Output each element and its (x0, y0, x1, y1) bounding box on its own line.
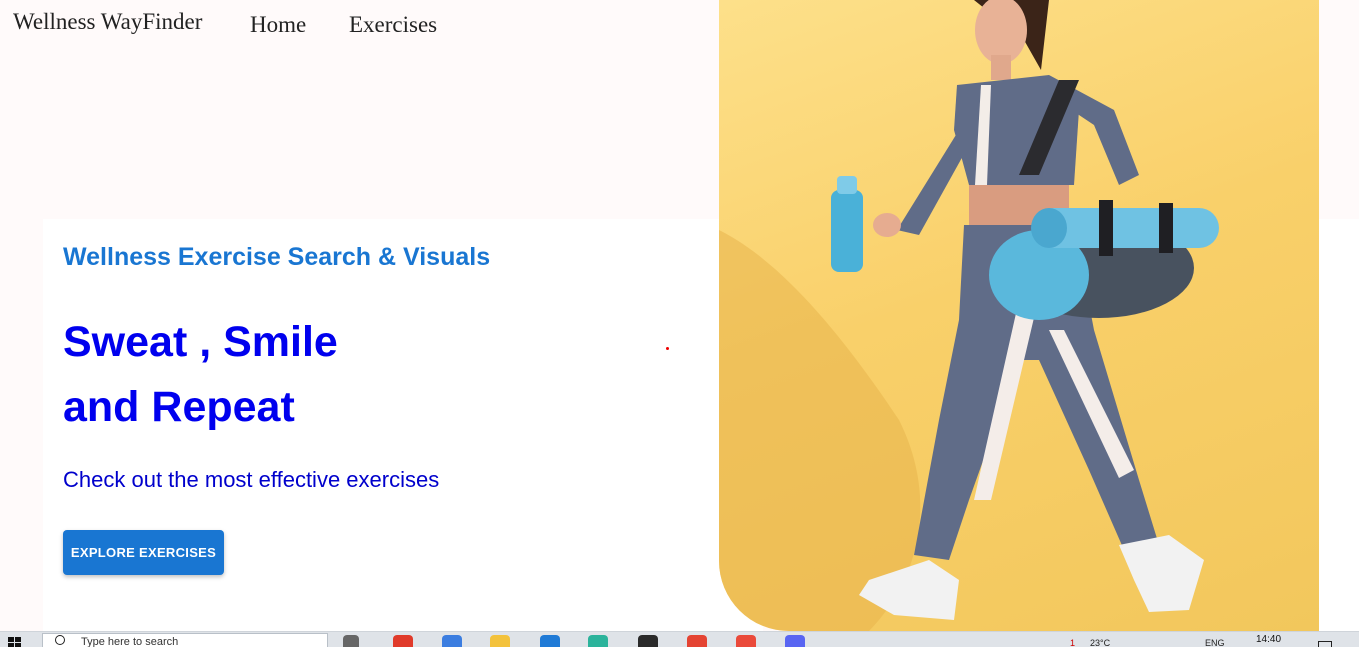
taskbar-search-text: Type here to search (81, 636, 179, 647)
taskbar-search-box[interactable]: Type here to search (42, 633, 328, 647)
app-icon-red[interactable] (393, 635, 413, 647)
search-icon (55, 635, 65, 645)
nav-link-exercises[interactable]: Exercises (349, 12, 437, 38)
edge-icon[interactable] (588, 635, 608, 647)
task-view-icon[interactable] (343, 635, 359, 647)
explore-exercises-button[interactable]: EXPLORE EXERCISES (63, 530, 224, 575)
hero-photo-illustration (719, 0, 1219, 631)
language-indicator[interactable]: ENG (1205, 638, 1225, 647)
stray-dot (666, 347, 669, 350)
taskbar-clock[interactable]: 14:40 (1256, 634, 1281, 645)
brand-logo-text[interactable]: Wellness WayFinder (13, 9, 202, 35)
weather-text[interactable]: 23°C (1090, 638, 1110, 647)
nav-link-home[interactable]: Home (250, 12, 306, 38)
hero-photo-woman-with-gym-bag (719, 0, 1319, 631)
windows-taskbar: Type here to search 1 23°C ENG 14:40 (0, 631, 1359, 647)
hero-card-edge (1319, 219, 1359, 631)
app-icon-dark[interactable] (638, 635, 658, 647)
hero-headline-line2: and Repeat (63, 383, 295, 431)
chrome-icon[interactable] (687, 635, 707, 647)
app-icon-c[interactable] (736, 635, 756, 647)
hero-headline-line1: Sweat , Smile (63, 318, 338, 366)
notification-badge[interactable]: 1 (1070, 638, 1075, 647)
copilot-icon[interactable] (442, 635, 462, 647)
discord-icon[interactable] (785, 635, 805, 647)
hero-tagline: Check out the most effective exercises (63, 467, 440, 492)
vscode-icon[interactable] (540, 635, 560, 647)
windows-start-icon[interactable] (8, 637, 22, 647)
notification-center-icon[interactable] (1318, 641, 1332, 647)
file-explorer-icon[interactable] (490, 635, 510, 647)
hero-subtitle: Wellness Exercise Search & Visuals (63, 243, 491, 271)
top-nav: Wellness WayFinder Home Exercises (0, 0, 719, 50)
